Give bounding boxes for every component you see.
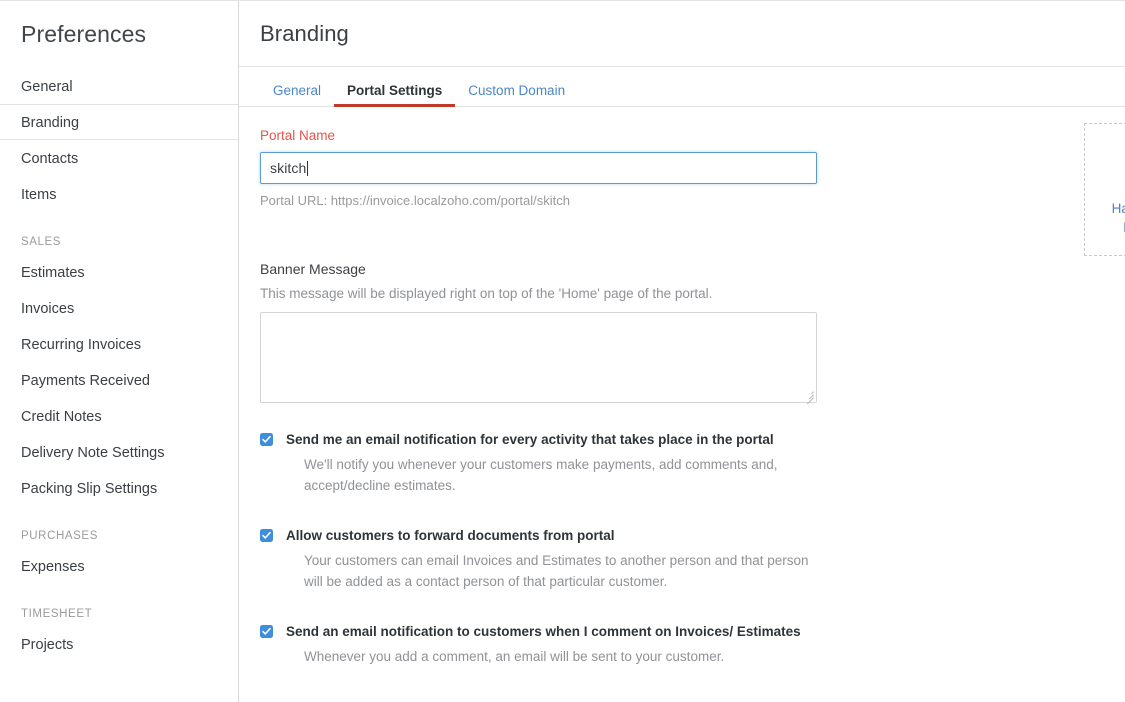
banner-message-help: This message will be displayed right on … bbox=[260, 286, 1104, 301]
setting-desc-comment-notification: Whenever you add a comment, an email wil… bbox=[286, 646, 831, 667]
resize-handle-icon[interactable] bbox=[803, 389, 814, 400]
portal-name-input[interactable]: skitch bbox=[260, 152, 817, 184]
tab-general[interactable]: General bbox=[260, 84, 334, 107]
sidebar-group-purchases: PURCHASES bbox=[0, 530, 238, 542]
video-caption-text: Have you tried the Client Portal feature… bbox=[1112, 201, 1125, 235]
text-caret bbox=[307, 161, 308, 176]
sidebar-item-packing-slip-settings[interactable]: Packing Slip Settings bbox=[0, 470, 238, 506]
client-portal-video-card[interactable]: Have you tried the Client Portal feature… bbox=[1084, 123, 1125, 256]
settings-form: Portal Name skitch Portal URL: https://i… bbox=[239, 128, 1125, 667]
video-caption: Have you tried the Client Portal feature… bbox=[1097, 199, 1125, 239]
sidebar-item-invoices[interactable]: Invoices bbox=[0, 290, 238, 326]
sidebar-item-recurring-invoices[interactable]: Recurring Invoices bbox=[0, 326, 238, 362]
banner-message-textarea[interactable] bbox=[260, 312, 817, 403]
checkbox-activity-notification[interactable] bbox=[260, 433, 273, 446]
setting-desc-activity-notification: We'll notify you whenever your customers… bbox=[286, 454, 831, 496]
sidebar-item-payments-received[interactable]: Payments Received bbox=[0, 362, 238, 398]
tab-bar: General Portal Settings Custom Domain bbox=[239, 67, 1125, 107]
setting-desc-forward-documents: Your customers can email Invoices and Es… bbox=[286, 550, 831, 592]
sidebar-item-estimates[interactable]: Estimates bbox=[0, 254, 238, 290]
sidebar-item-contacts[interactable]: Contacts bbox=[0, 140, 238, 176]
setting-label-activity-notification: Send me an email notification for every … bbox=[286, 431, 1104, 448]
setting-activity-notification: Send me an email notification for every … bbox=[260, 431, 1104, 496]
tab-portal-settings[interactable]: Portal Settings bbox=[334, 84, 455, 107]
portal-name-label: Portal Name bbox=[260, 128, 1104, 143]
portal-url-text: Portal URL: https://invoice.localzoho.co… bbox=[260, 193, 1104, 208]
portal-name-value: skitch bbox=[270, 160, 306, 176]
sidebar-item-projects[interactable]: Projects bbox=[0, 626, 238, 662]
banner-message-label: Banner Message bbox=[260, 261, 1104, 277]
sidebar-group-sales: SALES bbox=[0, 236, 238, 248]
sidebar-item-branding[interactable]: Branding bbox=[0, 104, 238, 140]
checkbox-forward-documents[interactable] bbox=[260, 529, 273, 542]
page-title: Branding bbox=[239, 21, 349, 47]
sidebar-item-expenses[interactable]: Expenses bbox=[0, 548, 238, 584]
page-header: Branding bbox=[239, 1, 1125, 67]
top-divider bbox=[0, 0, 1125, 1]
sidebar-item-general[interactable]: General bbox=[0, 68, 238, 104]
checkbox-comment-notification[interactable] bbox=[260, 625, 273, 638]
sidebar-title: Preferences bbox=[0, 1, 238, 48]
sidebar-group-timesheet: TIMESHEET bbox=[0, 608, 238, 620]
setting-comment-notification: Send an email notification to customers … bbox=[260, 623, 1104, 667]
setting-label-forward-documents: Allow customers to forward documents fro… bbox=[286, 527, 1104, 544]
setting-forward-documents: Allow customers to forward documents fro… bbox=[260, 527, 1104, 592]
preferences-sidebar: Preferences General Branding Contacts It… bbox=[0, 0, 239, 702]
preferences-page: Preferences General Branding Contacts It… bbox=[0, 0, 1125, 702]
main-content: Branding General Portal Settings Custom … bbox=[239, 0, 1125, 702]
setting-label-comment-notification: Send an email notification to customers … bbox=[286, 623, 1104, 640]
sidebar-item-delivery-note-settings[interactable]: Delivery Note Settings bbox=[0, 434, 238, 470]
sidebar-nav: General Branding Contacts Items SALES Es… bbox=[0, 68, 238, 662]
sidebar-item-items[interactable]: Items bbox=[0, 176, 238, 212]
tab-custom-domain[interactable]: Custom Domain bbox=[455, 84, 578, 107]
sidebar-item-credit-notes[interactable]: Credit Notes bbox=[0, 398, 238, 434]
